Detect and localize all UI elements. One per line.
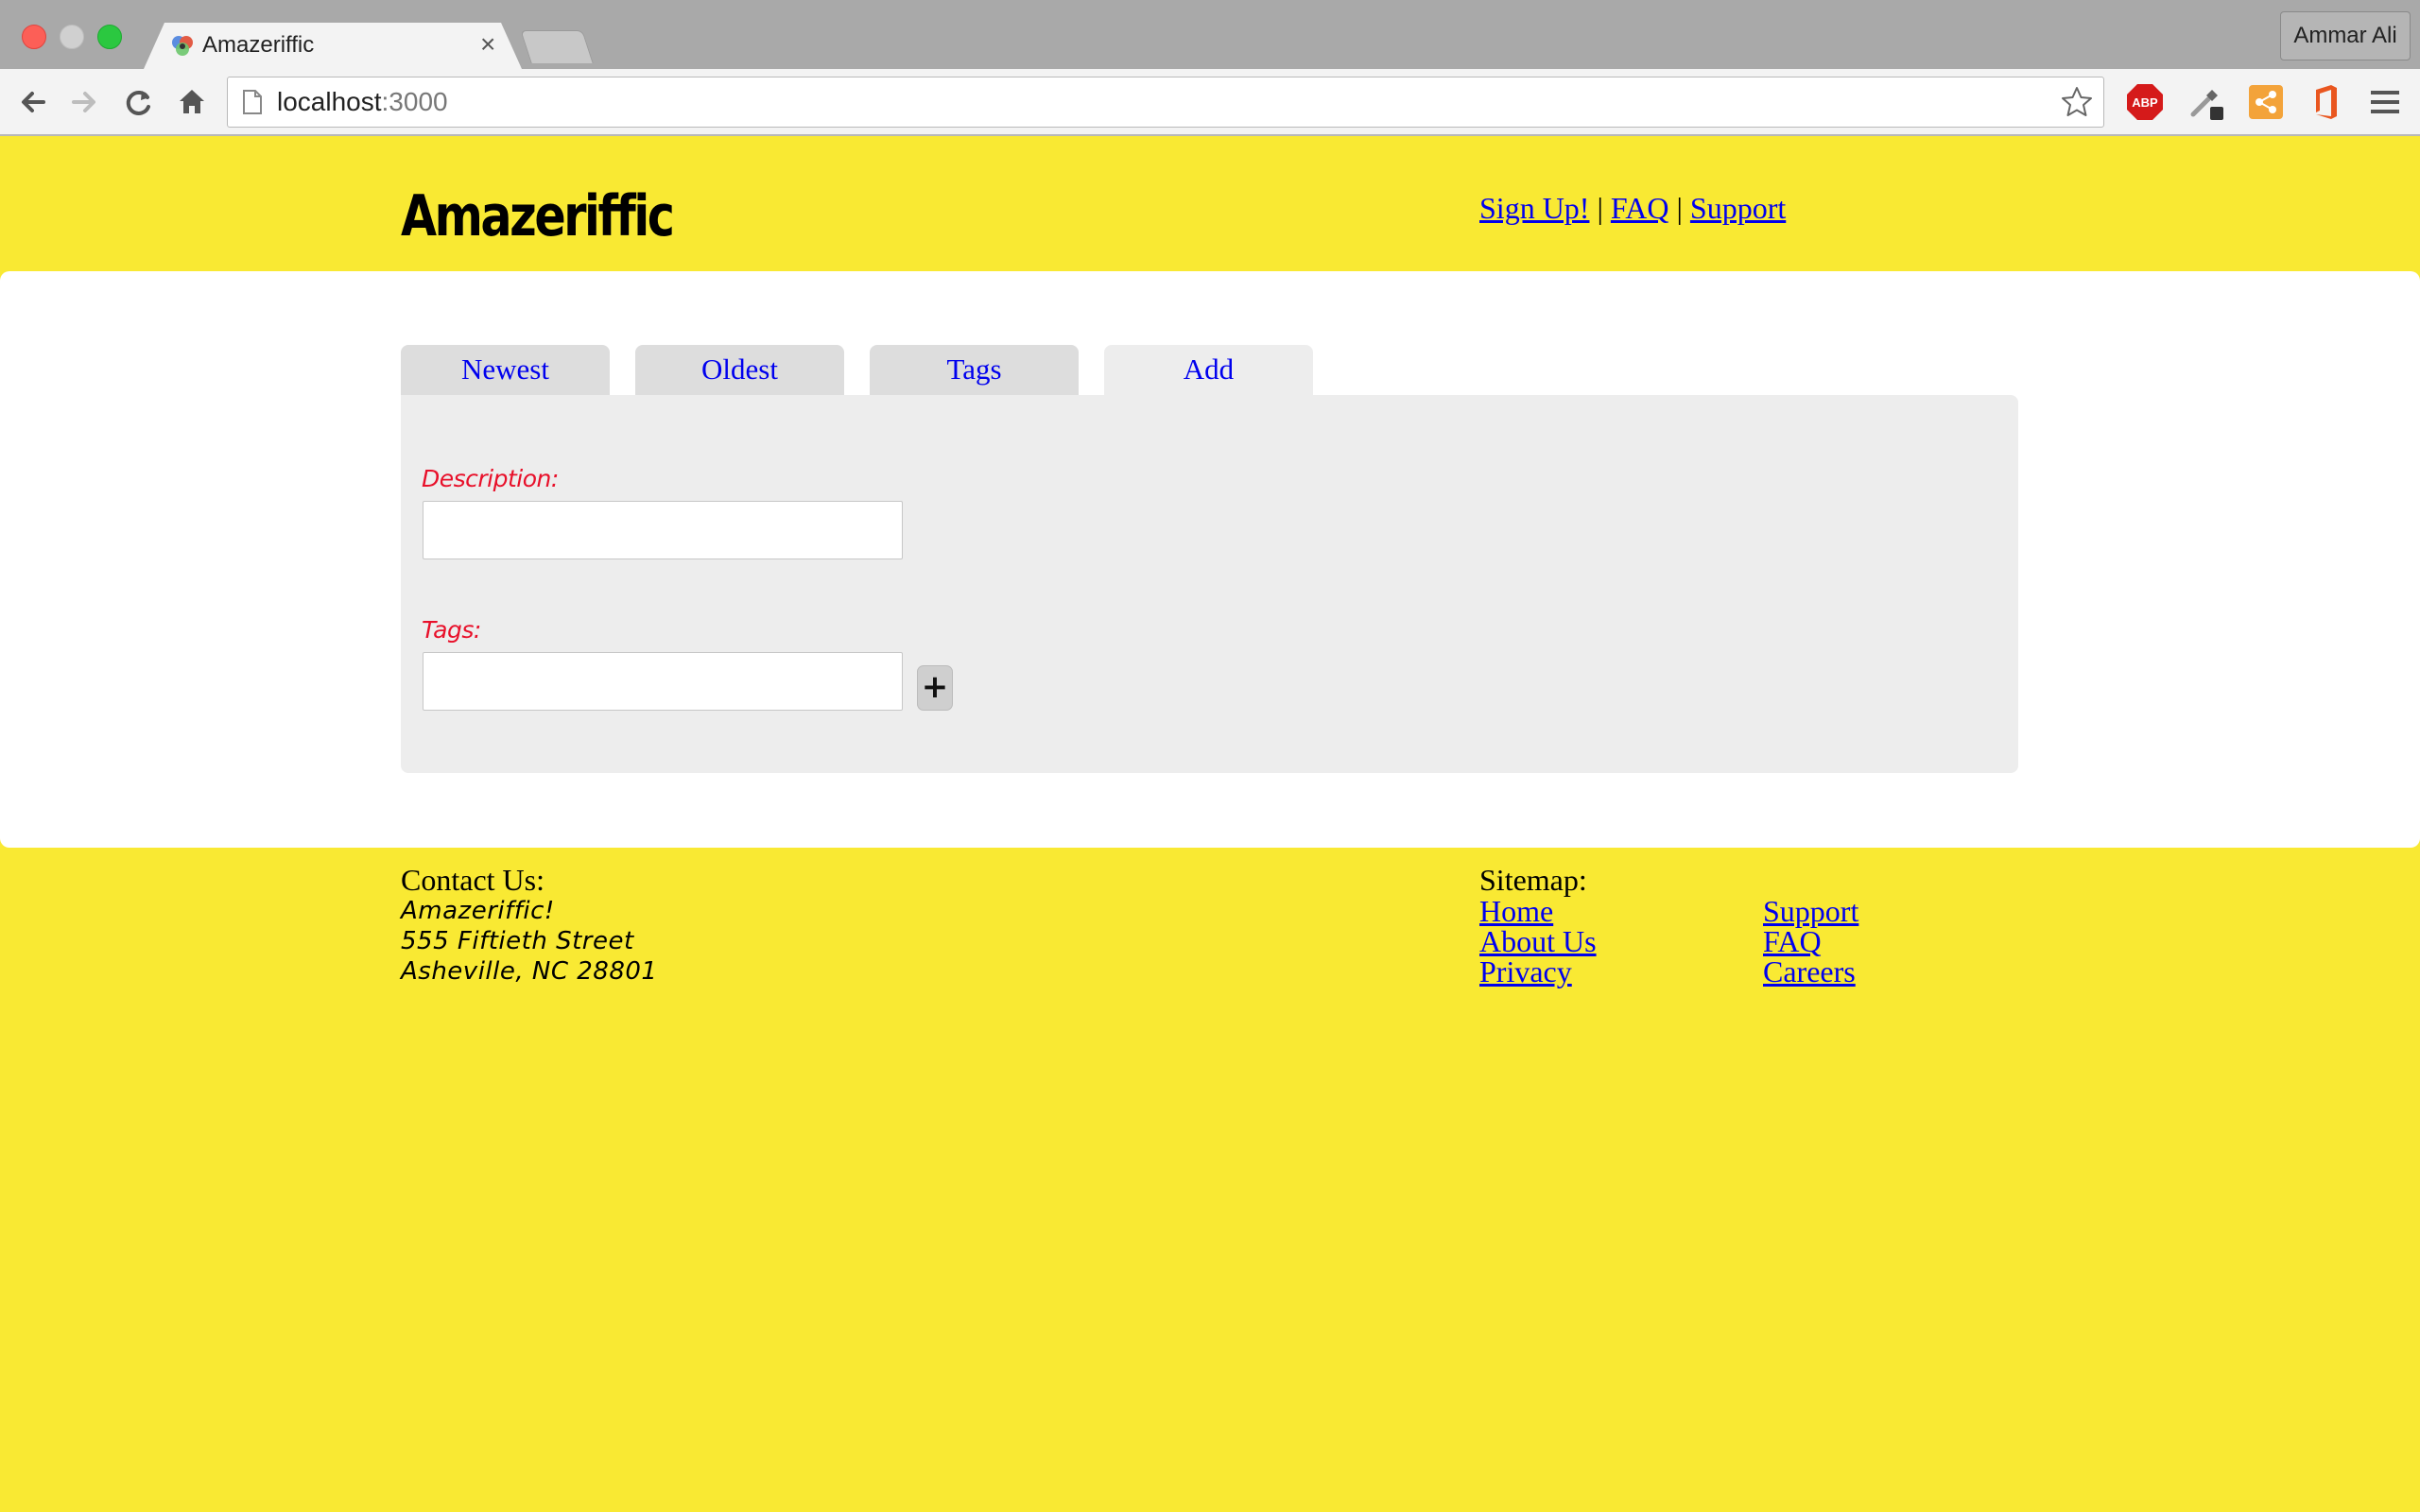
support-link[interactable]: Support bbox=[1690, 191, 1786, 225]
add-button[interactable]: + bbox=[917, 665, 953, 711]
sitemap-privacy-link[interactable]: Privacy bbox=[1479, 954, 1572, 988]
office-icon[interactable] bbox=[2307, 82, 2346, 122]
sitemap-section: Sitemap: Home About Us Privacy Support F… bbox=[1479, 863, 1858, 988]
sitemap-home-link[interactable]: Home bbox=[1479, 894, 1553, 928]
sitemap-faq-link[interactable]: FAQ bbox=[1763, 924, 1822, 958]
contact-city: Asheville, NC 28801 bbox=[401, 957, 658, 986]
main-content: Newest Oldest Tags Add Description: Tags… bbox=[0, 271, 2420, 848]
browser-titlebar: Amazeriffic × Ammar Ali bbox=[0, 0, 2420, 69]
contact-company: Amazeriffic! bbox=[401, 897, 555, 925]
contact-street: 555 Fiftieth Street bbox=[401, 927, 634, 955]
sitemap-column-2: Support FAQ Careers bbox=[1763, 896, 1858, 987]
window-close-button[interactable] bbox=[22, 25, 46, 49]
tab-close-icon[interactable]: × bbox=[480, 29, 495, 60]
tags-label: Tags: bbox=[422, 616, 481, 644]
profile-button[interactable]: Ammar Ali bbox=[2280, 11, 2411, 60]
header-nav: Sign Up! | FAQ | Support bbox=[1479, 191, 1786, 226]
contact-section: Contact Us: Amazeriffic! 555 Fiftieth St… bbox=[401, 865, 657, 987]
browser-toolbar: localhost:3000 ABP bbox=[0, 69, 2420, 136]
site-header: Amazeriffic Sign Up! | FAQ | Support bbox=[0, 136, 2420, 271]
forward-arrow-icon[interactable] bbox=[66, 84, 102, 120]
description-input[interactable] bbox=[423, 501, 903, 559]
address-bar[interactable]: localhost:3000 bbox=[227, 77, 2104, 128]
signup-link[interactable]: Sign Up! bbox=[1479, 191, 1589, 225]
menu-icon[interactable] bbox=[2365, 82, 2405, 122]
site-logo: Amazeriffic bbox=[401, 183, 675, 249]
sitemap-support-link[interactable]: Support bbox=[1763, 894, 1858, 928]
url-text: localhost:3000 bbox=[277, 87, 448, 116]
svg-text:ABP: ABP bbox=[2132, 95, 2158, 110]
browser-tab-active[interactable] bbox=[144, 23, 522, 69]
tab-tags[interactable]: Tags bbox=[870, 345, 1079, 395]
favicon-icon bbox=[172, 36, 193, 56]
new-tab-button[interactable] bbox=[520, 30, 594, 63]
page-icon bbox=[243, 90, 262, 114]
sitemap-column-1: Home About Us Privacy bbox=[1479, 896, 1597, 987]
sitemap-careers-link[interactable]: Careers bbox=[1763, 954, 1856, 988]
nav-separator: | bbox=[1597, 191, 1603, 225]
tab-add[interactable]: Add bbox=[1104, 345, 1313, 395]
sitemap-heading: Sitemap: bbox=[1479, 863, 1587, 897]
faq-link[interactable]: FAQ bbox=[1611, 191, 1669, 225]
back-arrow-icon[interactable] bbox=[15, 84, 51, 120]
tab-newest[interactable]: Newest bbox=[401, 345, 610, 395]
bookmark-star-icon[interactable] bbox=[2060, 85, 2094, 119]
tab-oldest[interactable]: Oldest bbox=[635, 345, 844, 395]
sitemap-about-link[interactable]: About Us bbox=[1479, 924, 1597, 958]
reload-icon[interactable] bbox=[121, 84, 157, 120]
contact-heading: Contact Us: bbox=[401, 863, 544, 897]
tags-input[interactable] bbox=[423, 652, 903, 711]
description-label: Description: bbox=[422, 465, 559, 492]
window-zoom-button[interactable] bbox=[97, 25, 122, 49]
home-icon[interactable] bbox=[174, 84, 210, 120]
window-minimize-button[interactable] bbox=[60, 25, 84, 49]
add-form-panel: Description: Tags: + bbox=[401, 395, 2018, 773]
nav-separator: | bbox=[1676, 191, 1683, 225]
abp-icon[interactable]: ABP bbox=[2125, 82, 2165, 122]
share-icon[interactable] bbox=[2246, 82, 2286, 122]
eyedropper-icon[interactable] bbox=[2186, 82, 2225, 122]
site-footer: Contact Us: Amazeriffic! 555 Fiftieth St… bbox=[0, 848, 2420, 1512]
browser-tab-title: Amazeriffic bbox=[202, 32, 315, 58]
